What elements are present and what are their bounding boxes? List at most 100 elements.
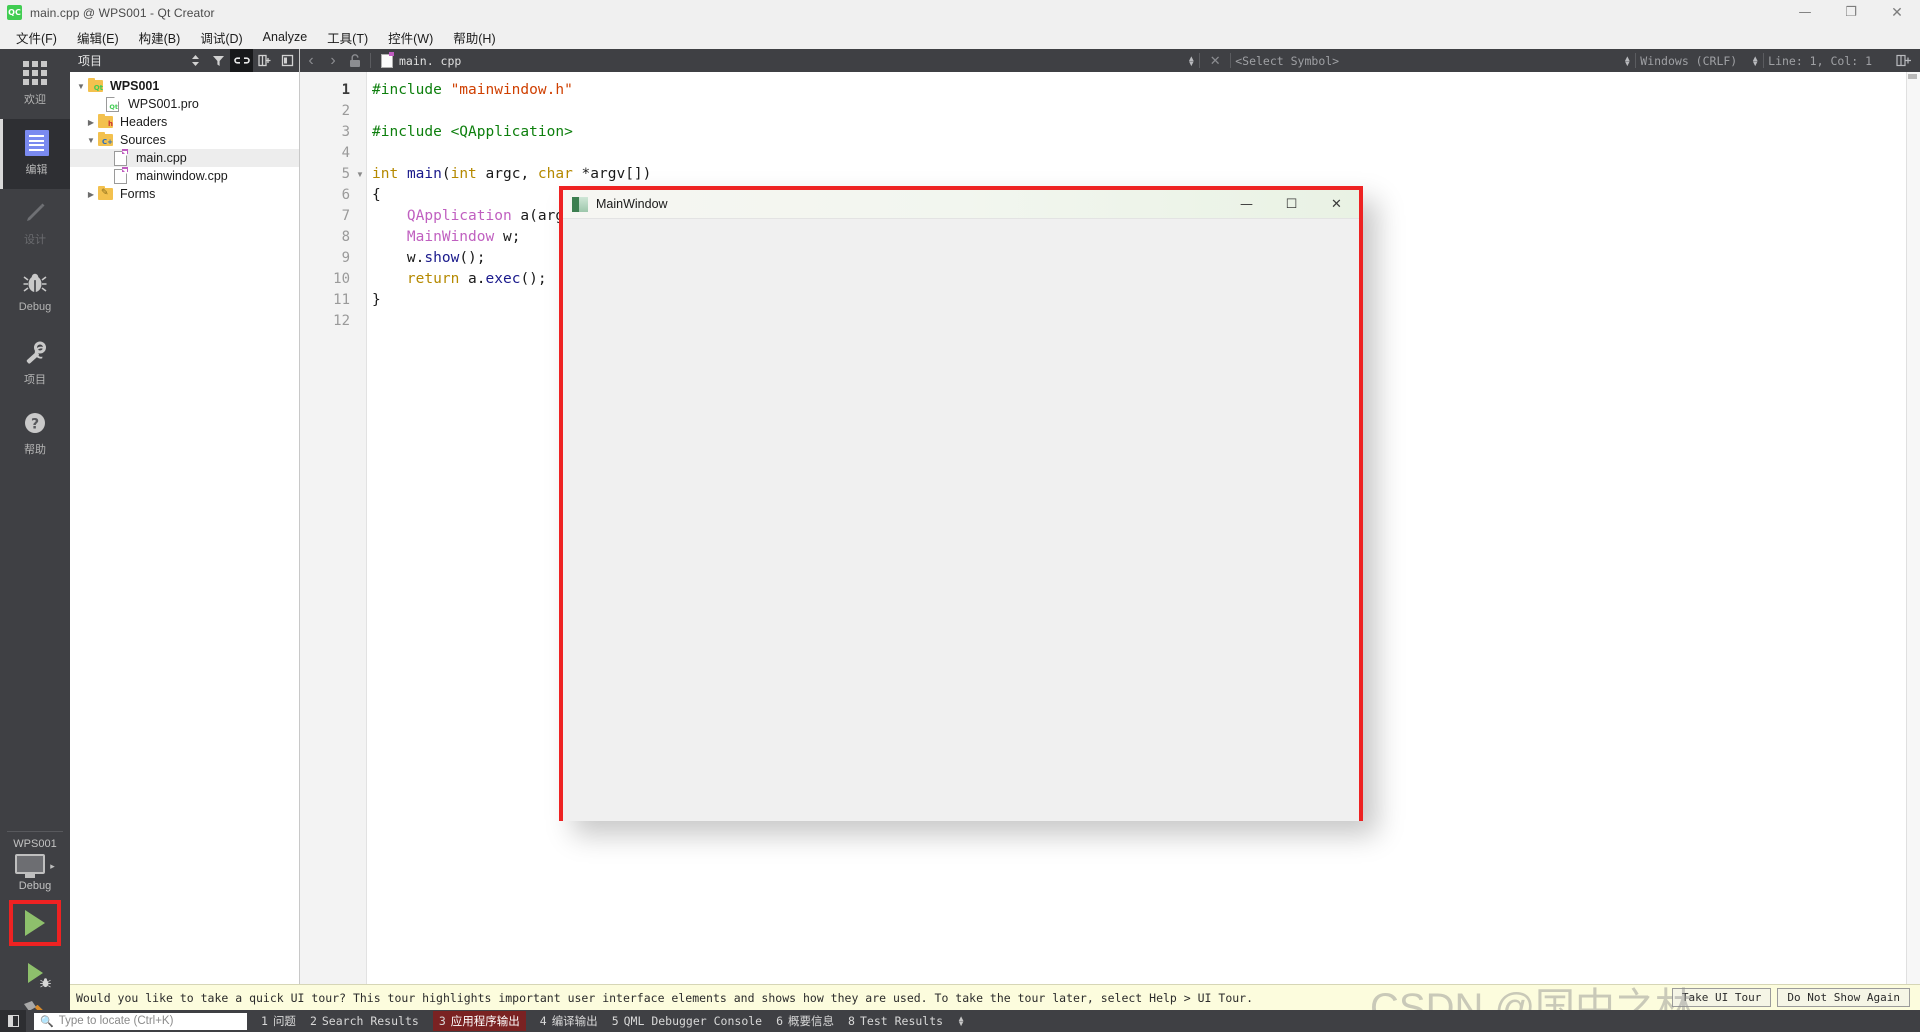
chevron-down-icon[interactable]: ▼ [84, 136, 98, 145]
output-pane-dropdown-icon[interactable]: ▲ ▼ [957, 1015, 965, 1028]
sort-icon[interactable] [184, 49, 207, 72]
mode-selector-sidebar: 欢迎 编辑 设计 Debug 项目 ? 帮助 WPS001 ▸ Debug [0, 49, 70, 1032]
sidebar-item-debug[interactable]: Debug [0, 259, 70, 329]
line-number: 3 [341, 124, 350, 140]
fold-marker-icon[interactable]: ▼ [354, 164, 366, 185]
line-number: 5 [341, 166, 350, 182]
edit-icon [24, 128, 49, 158]
toolbar-divider [1230, 53, 1232, 68]
split-editor-icon[interactable] [1892, 49, 1914, 72]
mainwindow-title-bar[interactable]: MainWindow — ☐ ✕ [563, 190, 1359, 219]
encoding-dropdown-icon[interactable]: ▲ ▼ [1751, 54, 1759, 67]
pencil-icon [22, 198, 48, 228]
tree-item-wps001[interactable]: ▼ Qt WPS001 [70, 77, 299, 95]
menu-item-debug[interactable]: 调试(D) [190, 25, 252, 50]
chevron-down-icon[interactable]: ▼ [74, 82, 88, 91]
tree-label: Sources [120, 133, 166, 147]
code-line[interactable]: w.show(); [372, 248, 486, 269]
kit-selector[interactable]: ▸ [15, 854, 55, 878]
tree-item-mainwindow-cpp[interactable]: mainwindow.cpp [70, 166, 299, 185]
split-panel-icon[interactable] [253, 49, 276, 72]
lock-icon[interactable] [344, 49, 366, 72]
status-bar: 🔍 Type to locate (Ctrl+K) 1 问题 2 Search … [0, 1010, 1920, 1032]
toggle-sidebar-icon[interactable] [0, 1010, 26, 1032]
sidebar-item-design[interactable]: 设计 [0, 189, 70, 259]
sidebar-item-edit[interactable]: 编辑 [0, 119, 70, 189]
output-pane-application-output[interactable]: 3 应用程序输出 [432, 1011, 526, 1031]
code-line[interactable]: return a.exec(); [372, 269, 547, 290]
tree-item-headers[interactable]: ▶ h Headers [70, 113, 299, 131]
menu-item-tools[interactable]: 工具(T) [317, 25, 378, 50]
run-button[interactable] [9, 900, 61, 946]
close-window-button[interactable]: ✕ [1874, 0, 1920, 25]
editor-vertical-scrollbar[interactable] [1906, 72, 1920, 984]
file-cpp-icon [381, 51, 394, 68]
line-number: 1 [341, 82, 350, 98]
restore-window-button[interactable]: ❐ [1828, 0, 1874, 25]
output-pane-compile-output[interactable]: 4 编译输出 [540, 1013, 598, 1029]
do-not-show-again-button[interactable]: Do Not Show Again [1777, 988, 1910, 1007]
chevron-right-icon[interactable]: ▶ [84, 118, 98, 127]
close-file-icon[interactable]: ✕ [1204, 49, 1226, 72]
sidebar-label-help: 帮助 [24, 444, 46, 456]
menu-item-file[interactable]: 文件(F) [6, 25, 67, 50]
search-icon: 🔍 [40, 1015, 54, 1028]
code-line[interactable]: int main(int argc, char *argv[]) [372, 164, 651, 185]
mainwindow-maximize-button[interactable]: ☐ [1269, 190, 1314, 219]
search-input[interactable]: 🔍 Type to locate (Ctrl+K) [34, 1012, 247, 1030]
open-file-name: main. cpp [399, 53, 462, 68]
link-with-editor-icon[interactable] [230, 49, 253, 72]
menu-bar: 文件(F) 编辑(E) 构建(B) 调试(D) Analyze 工具(T) 控件… [0, 25, 1920, 49]
folder-headers-icon: h [98, 113, 116, 128]
tree-label: WPS001 [110, 79, 160, 93]
menu-item-edit[interactable]: 编辑(E) [67, 25, 129, 50]
sidebar-item-welcome[interactable]: 欢迎 [0, 49, 70, 119]
output-pane-search-results[interactable]: 2 Search Results [310, 1014, 419, 1028]
minimize-window-button[interactable]: — [1782, 0, 1828, 25]
open-file-selector[interactable]: main. cpp [375, 49, 468, 72]
code-token: <QApplication> [450, 124, 573, 140]
code-token: main [406, 166, 442, 182]
sidebar-item-projects[interactable]: 项目 [0, 329, 70, 399]
symbol-selector[interactable]: <Select Symbol> [1235, 54, 1339, 68]
tree-item-wps001-pro[interactable]: Qt WPS001.pro [70, 95, 299, 113]
code-line[interactable]: } [372, 290, 381, 311]
close-panel-icon[interactable] [276, 49, 299, 72]
mainwindow-close-button[interactable]: ✕ [1314, 190, 1359, 219]
file-dropdown-icon[interactable]: ▲ ▼ [1187, 54, 1195, 67]
tree-item-sources[interactable]: ▼ C+ Sources [70, 131, 299, 149]
tree-label: Forms [120, 187, 156, 201]
tree-item-forms[interactable]: ▶ Forms [70, 185, 299, 203]
grid-icon [23, 58, 47, 88]
code-line[interactable]: #include "mainwindow.h" [372, 80, 573, 101]
back-navigation-icon[interactable]: ‹ [300, 49, 322, 72]
output-pane-general-messages[interactable]: 6 概要信息 [776, 1013, 834, 1029]
filter-icon[interactable] [207, 49, 230, 72]
menu-item-analyze[interactable]: Analyze [253, 27, 317, 47]
tree-item-main-cpp[interactable]: main.cpp [70, 148, 299, 167]
output-pane-issues[interactable]: 1 问题 [261, 1013, 296, 1029]
code-line[interactable]: #include <QApplication> [372, 122, 573, 143]
notification-buttons: Take UI Tour Do Not Show Again [1671, 988, 1910, 1007]
start-debugging-button[interactable] [9, 954, 61, 992]
menu-item-window[interactable]: 控件(W) [378, 25, 443, 50]
code-line[interactable]: MainWindow w; [372, 227, 521, 248]
menu-item-help[interactable]: 帮助(H) [443, 25, 505, 50]
take-ui-tour-button[interactable]: Take UI Tour [1671, 988, 1772, 1007]
mainwindow-app-dialog[interactable]: MainWindow — ☐ ✕ [559, 186, 1363, 821]
sidebar-label-edit: 编辑 [25, 164, 48, 176]
mainwindow-minimize-button[interactable]: — [1224, 190, 1269, 219]
mainwindow-window-controls: — ☐ ✕ [1224, 190, 1359, 219]
line-ending-label[interactable]: Windows (CRLF) [1640, 54, 1737, 68]
sidebar-item-help[interactable]: ? 帮助 [0, 399, 70, 469]
code-line[interactable]: { [372, 185, 381, 206]
output-pane-test-results[interactable]: 8 Test Results [848, 1014, 943, 1028]
chevron-right-icon[interactable]: ▶ [84, 190, 98, 199]
code-token: int [372, 166, 399, 182]
output-pane-qml-debugger-console[interactable]: 5 QML Debugger Console [612, 1014, 762, 1028]
menu-item-build[interactable]: 构建(B) [129, 25, 191, 50]
line-ending-dropdown-icon[interactable]: ▲ ▼ [1623, 54, 1631, 67]
forward-navigation-icon[interactable]: › [322, 49, 344, 72]
